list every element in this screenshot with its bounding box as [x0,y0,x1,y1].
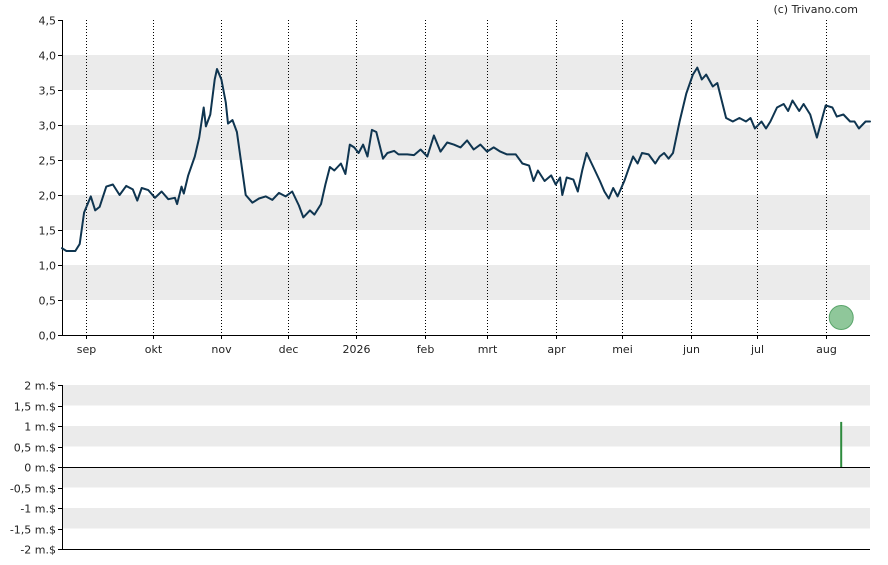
chart-canvas: (c) Trivano.com sep okt nov dec 2026 feb mrt ap… [10,3,871,557]
y-tick-label: 2,5 [39,155,57,168]
volume-y-tick-label: 2 m.$ [24,380,56,393]
x-tick-label: mei [612,343,633,356]
x-tick-label: 2026 [343,343,371,356]
x-tick-label: sep [77,343,96,356]
credit-text: (c) Trivano.com [773,3,858,16]
y-tick-label: 3,0 [39,120,57,133]
x-tick-label: dec [279,343,299,356]
x-tick-label: mrt [478,343,498,356]
volume-grid-band [62,508,870,529]
price-grid-band [62,55,870,90]
x-tick-label: jun [682,343,700,356]
price-grid-band [62,265,870,300]
x-tick-label: jul [750,343,764,356]
volume-y-tick-label: -0,5 m.$ [10,483,56,496]
volume-y-tick-label: 0 m.$ [24,462,56,475]
volume-y-tick-label: -2 m.$ [20,544,56,557]
event-marker [828,305,854,330]
y-tick-label: 4,0 [39,50,57,63]
y-tick-label: 2,0 [39,190,57,203]
price-panel: sep okt nov dec 2026 feb mrt apr mei jun jul aug 0,0… [39,15,871,356]
volume-y-tick-label: 1,5 m.$ [14,401,56,414]
volume-grid-band [62,467,870,488]
y-tick-label: 1,5 [39,225,57,238]
y-tick-label: 0,0 [39,330,57,343]
price-grid-band [62,195,870,230]
x-tick-label: aug [816,343,837,356]
stock-chart: (c) Trivano.com sep okt nov dec 2026 feb mrt ap… [0,0,888,565]
x-tick-label: apr [547,343,566,356]
volume-y-tick-label: 0,5 m.$ [14,442,56,455]
x-tick-label: feb [417,343,435,356]
y-tick-label: 1,0 [39,260,57,273]
y-tick-label: 3,5 [39,85,57,98]
y-tick-label: 4,5 [39,15,57,28]
volume-grid-band [62,385,870,406]
volume-y-tick-label: 1 m.$ [24,421,56,434]
x-tick-label: okt [145,343,163,356]
volume-y-tick-label: -1,5 m.$ [10,524,56,537]
volume-panel: 2 m.$ 1,5 m.$ 1 m.$ 0,5 m.$ 0 m.$ -0,5 m.$ -1 … [10,380,870,557]
x-tick-label: nov [211,343,232,356]
volume-grid-band [62,426,870,447]
volume-y-tick-label: -1 m.$ [20,503,56,516]
y-tick-label: 0,5 [39,295,57,308]
volume-bar [840,421,843,467]
